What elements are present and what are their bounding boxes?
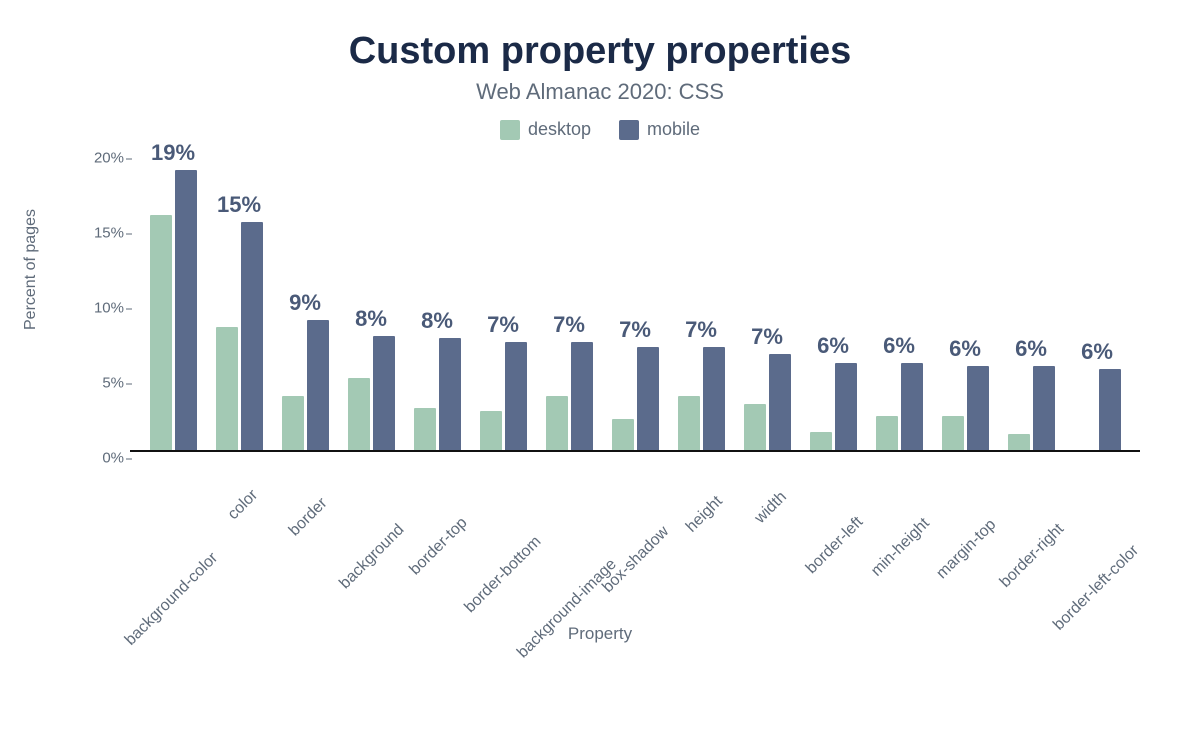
y-axis-label: Percent of pages	[22, 209, 40, 330]
bar-mobile	[769, 354, 791, 450]
bar-desktop	[150, 215, 172, 451]
legend-item-mobile: mobile	[619, 119, 700, 140]
bar-mobile	[1033, 366, 1055, 450]
bar-mobile	[307, 320, 329, 451]
bar-value-label: 6%	[949, 336, 981, 362]
bar-value-label: 15%	[217, 192, 261, 218]
x-tick: box-shadow	[602, 452, 668, 622]
bar-mobile	[703, 347, 725, 451]
chart-legend: desktop mobile	[40, 119, 1160, 140]
bar-group: 6%	[866, 152, 932, 450]
bar-value-label: 6%	[1081, 339, 1113, 365]
x-tick: min-height	[866, 452, 932, 622]
bar-value-label: 6%	[1015, 336, 1047, 362]
chart-container: Custom property properties Web Almanac 2…	[0, 0, 1200, 742]
legend-label-mobile: mobile	[647, 119, 700, 140]
bar-group: 9%	[272, 152, 338, 450]
x-tick: background-image	[536, 452, 602, 622]
bar-group: 7%	[470, 152, 536, 450]
bar-mobile	[901, 363, 923, 450]
bar-value-label: 8%	[355, 306, 387, 332]
bar-desktop	[744, 404, 766, 451]
bar-mobile	[571, 342, 593, 450]
x-tick: border-right	[998, 452, 1064, 622]
legend-swatch-desktop	[500, 120, 520, 140]
bar-group: 7%	[668, 152, 734, 450]
x-tick: border	[272, 452, 338, 622]
y-tick: 15%	[74, 225, 124, 242]
chart-title: Custom property properties	[40, 30, 1160, 73]
x-tick: border-bottom	[470, 452, 536, 622]
x-tick: height	[668, 452, 734, 622]
x-axis-labels: background-colorcolorborderbackgroundbor…	[130, 452, 1140, 622]
bar-desktop	[546, 396, 568, 450]
x-tick: margin-top	[932, 452, 998, 622]
x-tick: background	[338, 452, 404, 622]
bar-desktop	[480, 411, 502, 450]
bar-mobile	[439, 338, 461, 451]
chart-subtitle: Web Almanac 2020: CSS	[40, 79, 1160, 105]
legend-label-desktop: desktop	[528, 119, 591, 140]
bar-group: 8%	[404, 152, 470, 450]
x-tick: width	[734, 452, 800, 622]
bar-mobile	[373, 336, 395, 450]
bar-desktop	[1008, 434, 1030, 451]
bar-mobile	[637, 347, 659, 451]
y-tick: 10%	[74, 300, 124, 317]
y-tick: 20%	[74, 150, 124, 167]
bar-value-label: 7%	[619, 317, 651, 343]
y-tick: 5%	[74, 375, 124, 392]
bar-value-label: 7%	[553, 312, 585, 338]
x-tick: background-color	[140, 452, 206, 622]
bar-value-label: 19%	[151, 140, 195, 166]
bar-group: 8%	[338, 152, 404, 450]
plot-area: 0%5%10%15%20% 19%15%9%8%8%7%7%7%7%7%6%6%…	[130, 152, 1140, 452]
bar-value-label: 7%	[487, 312, 519, 338]
bar-mobile	[967, 366, 989, 450]
bar-mobile	[241, 222, 263, 450]
bar-value-label: 7%	[685, 317, 717, 343]
bar-desktop	[678, 396, 700, 450]
bar-group: 7%	[602, 152, 668, 450]
bar-desktop	[282, 396, 304, 450]
bar-desktop	[414, 408, 436, 450]
bar-group: 7%	[536, 152, 602, 450]
x-tick: border-left-color	[1064, 452, 1130, 622]
y-tick: 0%	[74, 450, 124, 467]
bar-desktop	[876, 416, 898, 451]
y-axis: 0%5%10%15%20%	[74, 152, 124, 450]
legend-item-desktop: desktop	[500, 119, 591, 140]
bar-desktop	[810, 432, 832, 450]
bar-desktop	[348, 378, 370, 450]
bar-value-label: 9%	[289, 290, 321, 316]
bar-mobile	[175, 170, 197, 451]
bar-group: 6%	[800, 152, 866, 450]
bar-mobile	[1099, 369, 1121, 450]
bar-mobile	[835, 363, 857, 450]
bar-group: 6%	[1064, 152, 1130, 450]
bar-group: 15%	[206, 152, 272, 450]
bar-desktop	[942, 416, 964, 451]
bar-group: 7%	[734, 152, 800, 450]
bar-value-label: 6%	[817, 333, 849, 359]
bars-container: 19% 15% 9% 8% 8% 7% 7% 7% 7% 7% 6% 6% 6% 6% 6%	[130, 152, 1140, 450]
bar-mobile	[505, 342, 527, 450]
x-tick: border-top	[404, 452, 470, 622]
bar-group: 6%	[932, 152, 998, 450]
bar-value-label: 8%	[421, 308, 453, 334]
x-tick: border-left	[800, 452, 866, 622]
bar-group: 19%	[140, 152, 206, 450]
bar-desktop	[612, 419, 634, 451]
x-tick: color	[206, 452, 272, 622]
x-axis-label: Property	[40, 624, 1160, 644]
legend-swatch-mobile	[619, 120, 639, 140]
bar-value-label: 7%	[751, 324, 783, 350]
bar-value-label: 6%	[883, 333, 915, 359]
bar-desktop	[216, 327, 238, 450]
bar-group: 6%	[998, 152, 1064, 450]
